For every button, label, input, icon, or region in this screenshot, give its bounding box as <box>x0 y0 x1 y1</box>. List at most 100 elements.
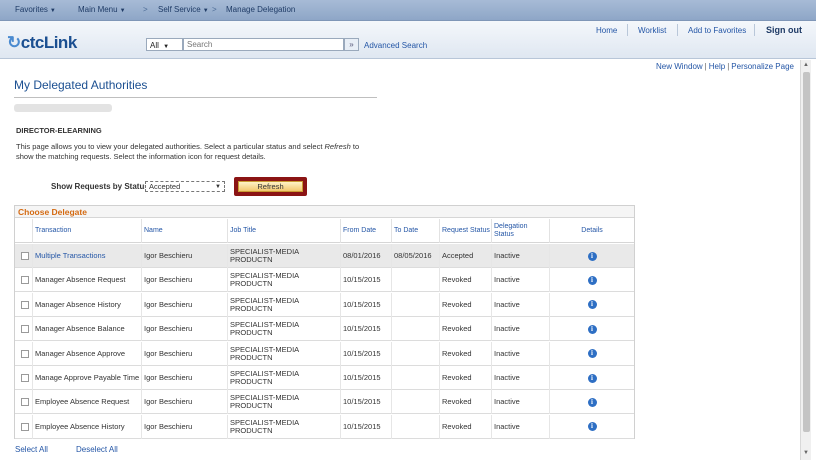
help-link[interactable]: Help <box>709 62 725 71</box>
cell-to-date <box>391 414 439 439</box>
cell-job-title: SPECIALIST-MEDIA PRODUCTN <box>227 244 340 268</box>
sign-out-link[interactable]: Sign out <box>766 25 802 35</box>
table-row[interactable]: Employee Absence Request Igor Beschieru SP… <box>15 390 634 415</box>
cell-request-status: Revoked <box>439 317 491 342</box>
deselect-all-link[interactable]: Deselect All <box>76 445 118 454</box>
cell-from-date: 10/15/2015 <box>340 341 391 366</box>
search-scope-select[interactable]: All ▼ <box>146 38 183 51</box>
info-icon[interactable]: i <box>587 349 597 359</box>
chevron-down-icon: ▼ <box>49 8 56 14</box>
header-request-status[interactable]: Request Status <box>439 219 491 243</box>
table-row[interactable]: Manager Absence Approve Igor Beschieru SPE… <box>15 341 634 366</box>
header-transaction[interactable]: Transaction <box>32 219 141 243</box>
header-job-title[interactable]: Job Title <box>227 219 340 243</box>
advanced-search-link[interactable]: Advanced Search <box>364 41 427 50</box>
cell-job-title: SPECIALIST-MEDIA PRODUCTN <box>227 366 340 390</box>
row-checkbox[interactable] <box>21 276 29 285</box>
cell-name: Igor Beschieru <box>141 268 227 293</box>
cell-transaction: Manage Approve Payable Time <box>32 366 141 390</box>
row-checkbox[interactable] <box>21 325 29 334</box>
link-separator: | <box>727 62 730 71</box>
refresh-button[interactable]: Refresh <box>238 181 303 192</box>
row-checkbox[interactable] <box>21 398 29 407</box>
new-window-link[interactable]: New Window <box>656 62 703 71</box>
cell-job-title: SPECIALIST-MEDIA PRODUCTN <box>227 292 340 317</box>
info-icon[interactable]: i <box>587 397 597 407</box>
cell-details: i <box>549 244 634 268</box>
row-checkbox[interactable] <box>21 374 29 382</box>
info-icon[interactable]: i <box>587 373 597 383</box>
cell-from-date: 10/15/2015 <box>340 317 391 342</box>
breadcrumb-self-service[interactable]: Self Service ▼ <box>158 5 209 14</box>
table-row[interactable]: Multiple Transactions Igor Beschieru SPECI… <box>15 244 634 268</box>
home-link[interactable]: Home <box>596 26 617 35</box>
cell-job-title: SPECIALIST-MEDIA PRODUCTN <box>227 317 340 342</box>
cell-transaction: Employee Absence History <box>32 414 141 439</box>
personalize-page-link[interactable]: Personalize Page <box>731 62 794 71</box>
top-nav-bar: Favorites ▼ Main Menu ▼ > Self Service ▼ > … <box>0 0 816 21</box>
row-checkbox[interactable] <box>21 300 29 309</box>
status-filter-select[interactable]: Accepted ▼ <box>145 181 225 192</box>
cell-name: Igor Beschieru <box>141 317 227 342</box>
blurred-user-name <box>14 104 112 112</box>
scrollbar-thumb[interactable] <box>803 72 810 432</box>
header-name[interactable]: Name <box>141 219 227 243</box>
cell-request-status: Revoked <box>439 268 491 293</box>
cell-request-status: Revoked <box>439 414 491 439</box>
header-delegation-status[interactable]: Delegation Status <box>491 219 549 243</box>
worklist-link[interactable]: Worklist <box>638 26 666 35</box>
cell-delegation-status: Inactive <box>491 390 549 415</box>
info-icon[interactable]: i <box>587 324 597 334</box>
cell-name: Igor Beschieru <box>141 414 227 439</box>
info-icon[interactable]: i <box>587 422 597 432</box>
header-to-date[interactable]: To Date <box>391 219 439 243</box>
table-row[interactable]: Manage Approve Payable Time Igor Beschier… <box>15 366 634 390</box>
search-input[interactable] <box>183 38 344 51</box>
cell-transaction: Manager Absence Request <box>32 268 141 293</box>
row-checkbox[interactable] <box>21 349 29 358</box>
scroll-up-icon[interactable]: ▲ <box>803 62 809 68</box>
header: ↻ctcLink All ▼ » Advanced Search Home Wo… <box>0 21 816 59</box>
cell-from-date: 10/15/2015 <box>340 268 391 293</box>
cell-to-date: 08/05/2016 <box>391 244 439 268</box>
link-separator: | <box>704 62 707 71</box>
cell-name: Igor Beschieru <box>141 341 227 366</box>
chevron-down-icon: ▼ <box>215 184 221 190</box>
main-menu[interactable]: Main Menu ▼ <box>78 5 126 14</box>
position-label: DIRECTOR-ELEARNING <box>16 126 102 135</box>
table-row[interactable]: Manager Absence Balance Igor Beschieru SPE… <box>15 317 634 342</box>
breadcrumb-separator-icon: > <box>212 5 217 14</box>
table-row[interactable]: Manager Absence History Igor Beschieru SPE… <box>15 292 634 317</box>
info-icon[interactable]: i <box>587 300 597 310</box>
cell-delegation-status: Inactive <box>491 244 549 268</box>
cell-details: i <box>549 317 634 342</box>
table-row[interactable]: Employee Absence History Igor Beschieru SP… <box>15 414 634 439</box>
cell-delegation-status: Inactive <box>491 317 549 342</box>
cell-job-title: SPECIALIST-MEDIA PRODUCTN <box>227 268 340 293</box>
cell-details: i <box>549 268 634 293</box>
select-all-link[interactable]: Select All <box>15 445 48 454</box>
header-from-date[interactable]: From Date <box>340 219 391 243</box>
cell-request-status: Revoked <box>439 292 491 317</box>
table-row[interactable]: Manager Absence Request Igor Beschieru SPE… <box>15 268 634 293</box>
favorites-menu[interactable]: Favorites ▼ <box>15 5 56 14</box>
scroll-down-icon[interactable]: ▼ <box>803 450 809 456</box>
grid-header-row: Transaction Name Job Title From Date To … <box>15 219 634 243</box>
cell-request-status: Revoked <box>439 390 491 415</box>
info-icon[interactable]: i <box>587 275 597 285</box>
vertical-scrollbar[interactable]: ▲ ▼ <box>800 60 811 460</box>
header-divider <box>627 24 628 36</box>
cell-to-date <box>391 390 439 415</box>
row-checkbox[interactable] <box>21 422 29 431</box>
instructions-text: This page allows you to view your delega… <box>16 142 360 161</box>
cell-name: Igor Beschieru <box>141 390 227 415</box>
ctclink-logo[interactable]: ↻ctcLink <box>7 33 77 53</box>
cell-transaction: Manager Absence Approve <box>32 341 141 366</box>
cell-delegation-status: Inactive <box>491 414 549 439</box>
info-icon[interactable]: i <box>587 251 597 261</box>
add-to-favorites-link[interactable]: Add to Favorites <box>688 26 746 35</box>
row-checkbox[interactable] <box>21 252 29 260</box>
cell-transaction[interactable]: Multiple Transactions <box>32 244 141 268</box>
choose-delegate-grid: Choose Delegate Transaction Name Job Tit… <box>14 205 635 439</box>
search-go-button[interactable]: » <box>344 38 359 51</box>
